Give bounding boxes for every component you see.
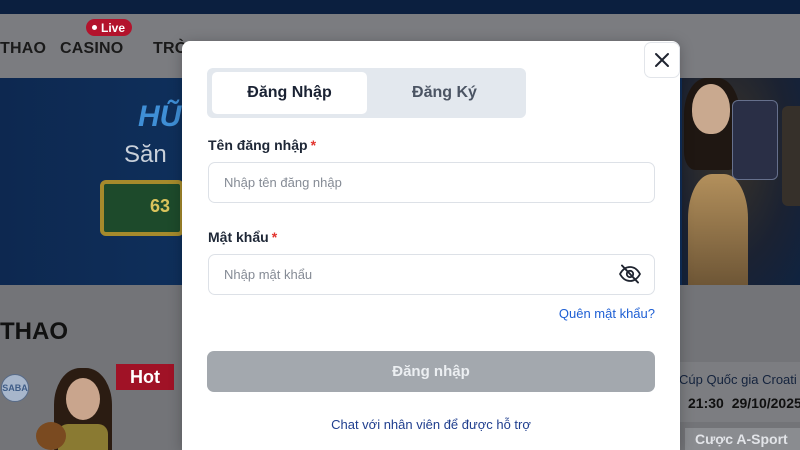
top-strip: [0, 0, 800, 14]
live-dot-icon: [92, 25, 97, 30]
nav-item-casino[interactable]: CASINO: [60, 40, 123, 58]
banner-title: HŨ: [138, 100, 182, 133]
match-title: Cúp Quốc gia Croati: [679, 372, 797, 387]
banner-jackpot-number: 63: [150, 196, 171, 216]
banner-model-image: [682, 78, 800, 285]
username-label: Tên đăng nhập *: [208, 137, 317, 153]
section-title: THAO: [0, 318, 68, 345]
live-badge: Live: [86, 19, 133, 36]
required-mark: *: [271, 229, 278, 245]
required-mark: *: [310, 137, 317, 153]
banner-jackpot-box: [100, 180, 184, 236]
close-button[interactable]: [644, 42, 680, 78]
hot-tag: Hot: [116, 364, 174, 390]
password-input[interactable]: [208, 254, 655, 295]
username-input[interactable]: [208, 162, 655, 203]
saba-logo-icon: SABA: [1, 374, 29, 402]
forgot-password-link[interactable]: Quên mật khẩu?: [559, 306, 655, 321]
match-datetime: 21:30 29/10/2025: [688, 395, 800, 411]
live-badge-label: Live: [101, 20, 126, 35]
banner-subtitle: Săn: [124, 141, 167, 168]
support-chat-link[interactable]: Chat với nhân viên để được hỗ trợ: [182, 417, 680, 432]
match-card[interactable]: [675, 362, 800, 422]
tab-login[interactable]: Đăng Nhập: [212, 72, 367, 114]
tab-register[interactable]: Đăng Ký: [367, 72, 522, 114]
nav-item-the-thao[interactable]: THAO: [0, 40, 46, 58]
login-submit-button[interactable]: Đăng nhập: [207, 351, 655, 392]
password-label: Mật khẩu *: [208, 229, 278, 245]
a-sport-tab[interactable]: Cược A-Sport: [685, 428, 800, 450]
close-icon: [655, 53, 669, 67]
eye-off-icon[interactable]: [618, 263, 642, 285]
